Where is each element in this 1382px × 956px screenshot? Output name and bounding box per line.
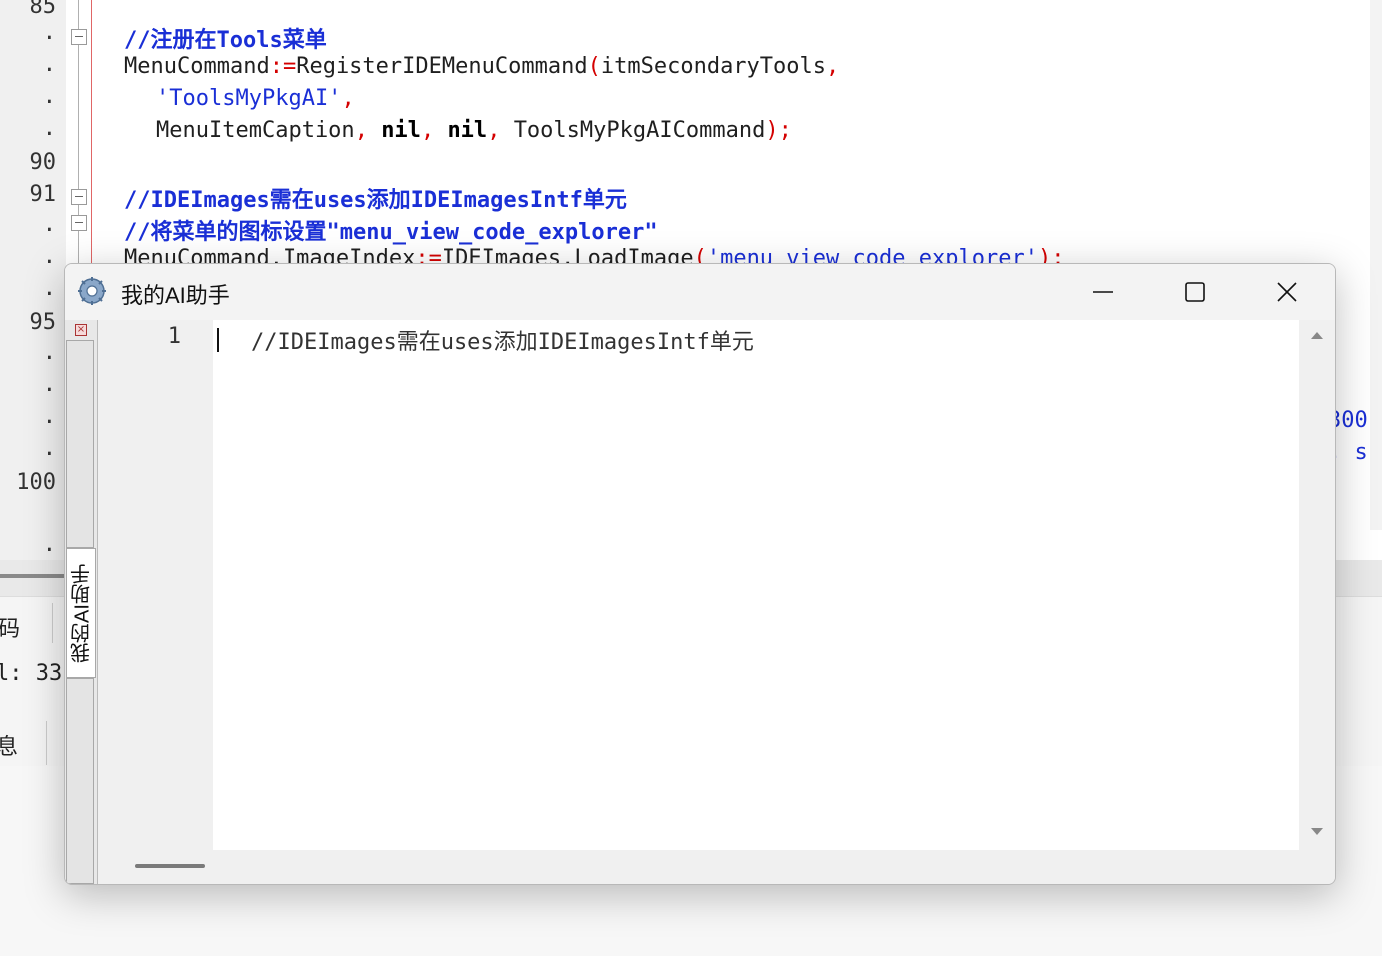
line-number: · xyxy=(42,250,56,275)
tab-ai-assistant[interactable]: 我的AI助手 xyxy=(66,548,96,678)
window-title: 我的AI助手 xyxy=(121,283,230,308)
fold-toggle-icon[interactable] xyxy=(71,29,87,45)
line-number: 1 xyxy=(167,324,181,349)
dock-side-strip: × 我的AI助手 xyxy=(65,320,98,884)
close-button[interactable] xyxy=(1241,264,1333,320)
code-comment: //IDEImages需在uses添加IDEImagesIntf单元 xyxy=(124,188,627,213)
line-number: 91 xyxy=(29,182,57,207)
dock-splitter-top[interactable] xyxy=(66,340,94,548)
code-comment: //将菜单的图标设置"menu_view_code_explorer" xyxy=(124,220,658,245)
line-number: 90 xyxy=(29,150,57,175)
line-number: · xyxy=(42,122,56,147)
line-number: 85 xyxy=(29,0,57,19)
code-line: MenuCommand:=RegisterIDEMenuCommand(itmS… xyxy=(124,54,840,79)
scrollbar-thumb[interactable] xyxy=(135,864,205,868)
maximize-button[interactable] xyxy=(1149,264,1241,320)
line-number: 95 xyxy=(29,310,57,335)
fold-toggle-icon[interactable] xyxy=(71,215,87,231)
close-icon xyxy=(1277,282,1297,302)
splitter[interactable] xyxy=(0,574,64,578)
editor-line[interactable]: //IDEImages需在uses添加IDEImagesIntf单元 xyxy=(251,324,754,356)
line-number: · xyxy=(42,346,56,371)
horizontal-scrollbar[interactable] xyxy=(99,850,1335,884)
dock-close-icon[interactable]: × xyxy=(75,324,87,336)
scroll-up-arrow-icon[interactable] xyxy=(1311,332,1323,339)
gutter-margin xyxy=(195,320,213,850)
line-number-gutter: 1 xyxy=(99,320,196,850)
ai-assistant-window[interactable]: 我的AI助手 × 我的AI助手 1 //IDEImages需在uses添加IDE… xyxy=(64,263,1336,885)
minimize-button[interactable] xyxy=(1057,264,1149,320)
minimize-icon xyxy=(1093,291,1113,293)
divider xyxy=(46,721,47,765)
vertical-scrollbar[interactable] xyxy=(1370,0,1382,530)
line-number-gutter: 85 · · · · 90 91 · · · 95 · · · · 100 · xyxy=(0,0,66,570)
lazarus-gear-icon xyxy=(78,277,106,305)
panel-tab[interactable]: 码 xyxy=(0,611,20,643)
status-text: l: 33 xyxy=(0,661,63,686)
code-line: MenuItemCaption, nil, nil, ToolsMyPkgAIC… xyxy=(156,118,792,143)
right-margin-line xyxy=(91,0,92,270)
line-number: · xyxy=(42,410,56,435)
panel-tab[interactable]: 息 xyxy=(0,729,18,761)
dock-splitter-bottom[interactable] xyxy=(66,678,94,884)
title-bar[interactable]: 我的AI助手 xyxy=(65,264,1335,320)
code-comment: //注册在Tools菜单 xyxy=(124,28,327,53)
line-number: · xyxy=(42,26,56,51)
tab-label: 我的AI助手 xyxy=(71,564,94,664)
vertical-scrollbar[interactable] xyxy=(1299,320,1335,850)
line-number: · xyxy=(42,378,56,403)
maximize-icon xyxy=(1185,282,1205,302)
divider xyxy=(52,603,53,643)
line-number: · xyxy=(42,90,56,115)
line-number: · xyxy=(42,218,56,243)
line-number: · xyxy=(42,58,56,83)
code-line: 'ToolsMyPkgAI', xyxy=(156,86,355,111)
fold-toggle-icon[interactable] xyxy=(71,189,87,205)
line-number: 100 xyxy=(16,470,56,495)
line-number: · xyxy=(42,442,56,467)
line-number: · xyxy=(42,282,56,307)
text-caret xyxy=(217,328,219,352)
scroll-down-arrow-icon[interactable] xyxy=(1311,828,1323,835)
assistant-editor[interactable]: 1 //IDEImages需在uses添加IDEImagesIntf单元 xyxy=(99,320,1335,850)
